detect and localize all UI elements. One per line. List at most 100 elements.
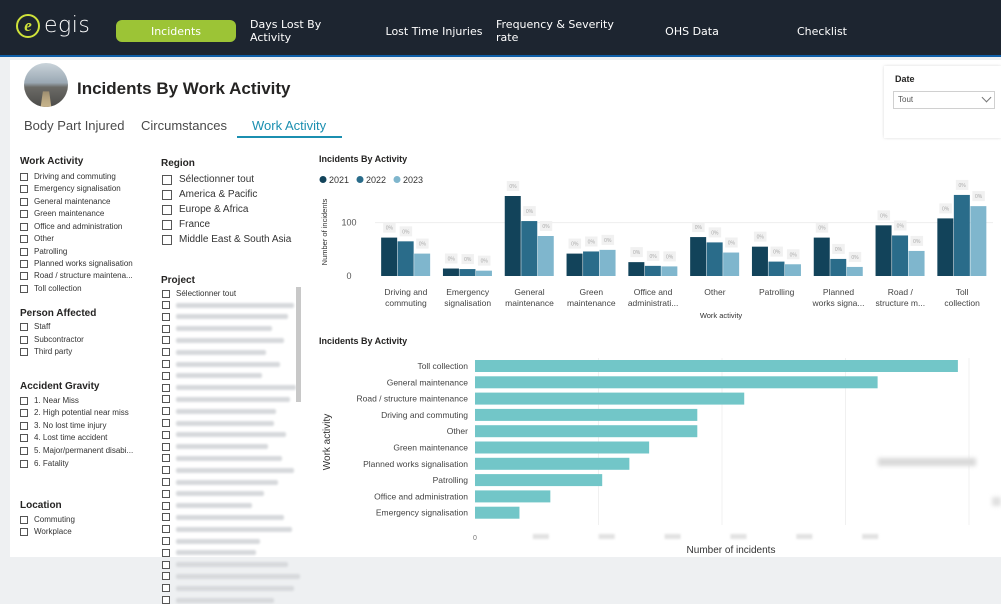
accident-gravity-option[interactable]: 2. High potential near miss [20, 408, 129, 417]
blurred-project-name [176, 585, 294, 591]
person-affected-option[interactable]: Staff [20, 322, 50, 331]
data-label: 0% [666, 254, 674, 260]
region-option[interactable]: Sélectionner tout [162, 174, 254, 185]
project-option-blurred[interactable] [162, 584, 294, 593]
accident-gravity-option[interactable]: 4. Lost time accident [20, 433, 107, 442]
checkbox-icon [162, 348, 170, 357]
project-option-blurred[interactable] [162, 548, 256, 557]
blurred-project-name [176, 385, 296, 391]
tab-circumstances[interactable]: Circumstances [141, 118, 227, 133]
project-option-blurred[interactable] [162, 312, 288, 321]
work-activity-option[interactable]: Driving and commuting [20, 172, 116, 181]
legend-marker-2022 [356, 176, 364, 183]
blurred-project-name [176, 337, 284, 343]
location-option[interactable]: Commuting [20, 515, 75, 524]
location-option[interactable]: Workplace [20, 527, 72, 536]
work-activity-option[interactable]: Planned works signalisation [20, 259, 133, 268]
region-option[interactable]: America & Pacific [162, 189, 257, 200]
bar-2023 [661, 266, 678, 276]
bar [475, 457, 630, 470]
x-tick-label-blurred [532, 534, 549, 539]
bar-2022 [953, 194, 970, 276]
accident-gravity-option[interactable]: 1. Near Miss [20, 396, 79, 405]
project-option-blurred[interactable] [162, 572, 300, 581]
project-option-blurred[interactable] [162, 395, 290, 404]
region-option[interactable]: France [162, 219, 210, 230]
work-activity-option[interactable]: General maintenance [20, 197, 111, 206]
page-avatar-image [24, 63, 68, 107]
work-activity-option[interactable]: Office and administration [20, 222, 122, 231]
x-tick-label: Office and [634, 287, 673, 297]
date-dropdown[interactable]: Tout [893, 91, 995, 109]
checkbox-icon [162, 489, 170, 498]
x-tick-label: Patrolling [759, 287, 795, 297]
project-option-blurred[interactable] [162, 478, 278, 486]
checkbox-icon [20, 335, 28, 344]
project-option-blurred[interactable] [162, 419, 274, 427]
project-option-blurred[interactable] [162, 442, 268, 451]
project-option-blurred[interactable] [162, 466, 294, 475]
x-tick-label: Driving and [384, 287, 427, 297]
blurred-project-name [176, 326, 272, 332]
logo-text: egis [44, 13, 91, 38]
accident-gravity-option[interactable]: 5. Major/permanent disabi... [20, 446, 133, 455]
checkbox-icon [20, 222, 28, 231]
project-option-blurred[interactable] [162, 454, 282, 463]
work-activity-option[interactable]: Toll collection [20, 284, 82, 293]
checkbox-icon [20, 322, 28, 331]
bar [475, 506, 520, 519]
project-option-blurred[interactable] [162, 324, 272, 333]
x-tick-label: 0 [473, 535, 477, 542]
project-option-blurred[interactable] [162, 348, 266, 357]
checkbox-icon [162, 454, 170, 463]
data-label: 0% [851, 255, 859, 261]
project-option-blurred[interactable] [162, 537, 260, 545]
accident-gravity-option[interactable]: 6. Fatality [20, 459, 69, 468]
project-option-blurred[interactable] [162, 301, 294, 309]
egis-logo[interactable]: e egis [16, 13, 90, 38]
date-filter-card: Date Tout [884, 66, 1001, 138]
project-list-scrollbar[interactable] [296, 287, 301, 402]
work-activity-option[interactable]: Patrolling [20, 247, 67, 256]
checkbox-icon [20, 408, 28, 417]
project-option-blurred[interactable] [162, 501, 252, 510]
nav-tab-frequency-severity-rate[interactable]: Frequency & Severity rate [496, 18, 632, 44]
project-option-blurred[interactable] [162, 383, 296, 392]
project-option-blurred[interactable] [162, 407, 276, 416]
project-option-blurred[interactable] [162, 560, 288, 569]
blurred-project-name [176, 514, 284, 520]
nav-tab-days-lost-by-activity[interactable]: Days Lost By Activity [250, 18, 360, 44]
checkbox-icon [20, 184, 28, 193]
project-option-blurred[interactable] [162, 430, 286, 439]
work-activity-option[interactable]: Green maintenance [20, 209, 104, 218]
blurred-project-name [176, 526, 292, 532]
region-option[interactable]: Middle East & South Asia [162, 234, 291, 245]
nav-tab-lost-time-injuries[interactable]: Lost Time Injuries [380, 20, 488, 42]
person-affected-option[interactable]: Subcontractor [20, 335, 84, 344]
x-tick-label: Emergency [446, 287, 490, 297]
work-activity-option[interactable]: Emergency signalisation [20, 184, 121, 193]
project-option-blurred[interactable] [162, 371, 262, 380]
project-option-blurred[interactable] [162, 513, 284, 522]
legend-label-2023: 2023 [403, 175, 423, 185]
project-option-blurred[interactable] [162, 525, 292, 534]
tab-body-part-injured[interactable]: Body Part Injured [24, 118, 124, 133]
person-affected-option[interactable]: Third party [20, 347, 72, 356]
project-option-blurred[interactable] [162, 489, 264, 498]
project-option-blurred[interactable] [162, 360, 280, 368]
project-option-blurred[interactable] [162, 596, 274, 604]
nav-tab-incidents[interactable]: Incidents [116, 20, 236, 42]
work-activity-option[interactable]: Road / structure maintena... [20, 271, 133, 280]
nav-tab-ohs-data[interactable]: OHS Data [652, 20, 732, 42]
region-option[interactable]: Europe & Africa [162, 204, 248, 215]
x-axis-title: Work activity [700, 311, 743, 320]
bar-2022 [459, 269, 476, 276]
nav-tab-checklist[interactable]: Checklist [784, 20, 860, 42]
checkbox-icon [162, 572, 170, 581]
accident-gravity-option[interactable]: 3. No lost time injury [20, 421, 106, 430]
work-activity-option[interactable]: Other [20, 234, 54, 243]
project-option-blurred[interactable] [162, 336, 284, 345]
checkbox-icon [20, 396, 28, 405]
project-option[interactable]: Sélectionner tout [162, 289, 236, 298]
tab-work-activity[interactable]: Work Activity [252, 118, 326, 133]
